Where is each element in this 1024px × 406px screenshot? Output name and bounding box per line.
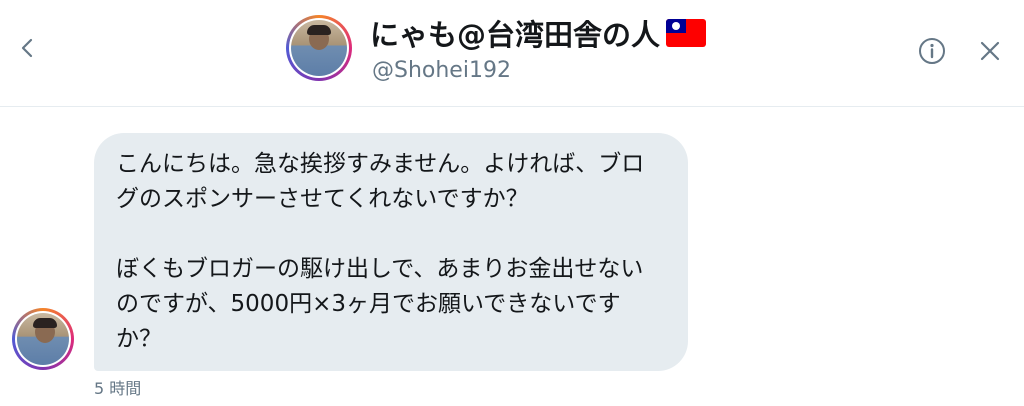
display-name-text: にゃも@台湾田舎の人 [370,18,661,52]
back-button[interactable] [10,30,46,66]
info-icon [919,38,945,64]
message-bubble[interactable]: こんにちは。急な挨拶すみません。よければ、ブログのスポンサーさせてくれないですか… [94,133,688,371]
close-button[interactable] [972,33,1008,69]
message-paragraph-1: こんにちは。急な挨拶すみません。よければ、ブログのスポンサーさせてくれないですか… [116,151,645,212]
header-avatar[interactable] [286,15,352,81]
user-handle[interactable]: @Shohei192 [372,58,511,83]
sender-avatar[interactable] [12,308,74,370]
chevron-left-icon [21,38,33,58]
message-timestamp: 5 時間 [94,379,142,398]
conversation-header: にゃも@台湾田舎の人 @Shohei192 [0,0,1024,107]
info-button[interactable] [914,33,950,69]
taiwan-flag-icon [666,19,707,47]
avatar-photo [291,20,347,76]
sender-avatar-photo [17,313,69,365]
display-name[interactable]: にゃも@台湾田舎の人 [370,12,707,54]
message-paragraph-2: ぼくもブロガーの駆け出しで、あまりお金出せないのですが、5000円×3ヶ月でお願… [116,256,644,352]
close-icon [980,41,1000,61]
